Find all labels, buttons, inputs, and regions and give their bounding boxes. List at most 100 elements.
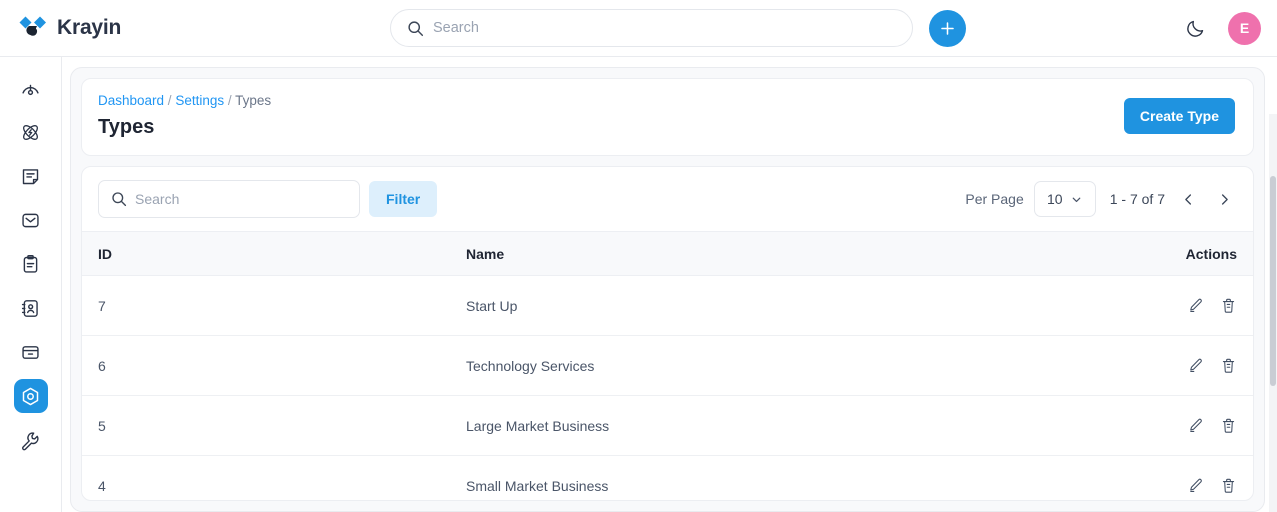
cell-actions — [1066, 395, 1253, 456]
avatar-initial: E — [1239, 20, 1250, 36]
sidebar-item-contacts[interactable] — [14, 291, 48, 325]
brand[interactable]: Krayin — [18, 15, 348, 41]
row-actions — [1066, 417, 1237, 434]
table-row[interactable]: 4 Small Market Business — [82, 455, 1253, 500]
pencil-icon — [1187, 417, 1204, 434]
column-header-id[interactable]: ID — [82, 231, 466, 276]
cell-name: Start Up — [466, 275, 1066, 336]
pagination-controls: Per Page 10 1 - 7 of 7 — [965, 181, 1237, 217]
table-scroll-area: ID Name Actions 7 Start Up 6 Technology Ser… — [82, 231, 1253, 500]
edit-row-button[interactable] — [1187, 357, 1204, 374]
filter-button[interactable]: Filter — [369, 181, 438, 217]
wrench-icon — [20, 430, 41, 451]
app-root: Krayin Search E Dashboard / Settings / T… — [0, 0, 1277, 512]
create-new-button[interactable] — [929, 9, 966, 47]
atom-icon — [20, 122, 41, 143]
chevron-left-icon — [1181, 192, 1196, 207]
sidebar-item-dashboard[interactable] — [14, 71, 48, 105]
breadcrumb: Dashboard / Settings / Types — [98, 93, 271, 108]
table-body: 7 Start Up 6 Technology Services 5 Large Mark… — [82, 275, 1253, 500]
avatar[interactable]: E — [1228, 11, 1261, 45]
table-search-box[interactable] — [98, 180, 360, 218]
page-header-text: Dashboard / Settings / Types Types — [98, 93, 271, 139]
box-icon — [20, 342, 41, 363]
column-header-actions: Actions — [1066, 231, 1253, 276]
sidebar-item-activities[interactable] — [14, 115, 48, 149]
table-head: ID Name Actions — [82, 231, 1253, 276]
table-header-row: ID Name Actions — [82, 231, 1253, 276]
pencil-icon — [1187, 477, 1204, 494]
trash-icon — [1220, 417, 1237, 434]
search-icon — [111, 191, 127, 207]
edit-row-button[interactable] — [1187, 477, 1204, 494]
table-search-input[interactable] — [135, 191, 347, 207]
sidebar-item-settings[interactable] — [13, 379, 48, 413]
main-content: Dashboard / Settings / Types Types Creat… — [62, 57, 1277, 512]
clipboard-icon — [20, 254, 41, 275]
breadcrumb-item-types: Types — [235, 93, 272, 108]
page-scrollbar-thumb[interactable] — [1270, 176, 1276, 386]
global-search-box[interactable] — [390, 9, 913, 47]
breadcrumb-item-dashboard[interactable]: Dashboard — [98, 93, 164, 108]
pencil-icon — [1187, 297, 1204, 314]
row-actions — [1066, 297, 1237, 314]
cell-name: Technology Services — [466, 335, 1066, 396]
sidebar-item-products[interactable] — [14, 335, 48, 369]
row-actions — [1066, 357, 1237, 374]
table-row[interactable]: 5 Large Market Business — [82, 395, 1253, 456]
note-icon — [20, 166, 41, 187]
hexagon-gear-icon — [20, 386, 41, 407]
pencil-icon — [1187, 357, 1204, 374]
cell-id: 6 — [82, 335, 466, 396]
sidebar-item-configuration[interactable] — [14, 423, 48, 457]
delete-row-button[interactable] — [1220, 477, 1237, 494]
brand-name: Krayin — [57, 16, 122, 39]
header-actions: E — [1182, 11, 1261, 45]
sidebar — [0, 57, 62, 512]
search-icon — [407, 20, 424, 37]
cell-actions — [1066, 455, 1253, 500]
plus-icon — [939, 20, 956, 37]
edit-row-button[interactable] — [1187, 417, 1204, 434]
cell-actions — [1066, 335, 1253, 396]
breadcrumb-separator: / — [164, 93, 176, 108]
sidebar-item-mail[interactable] — [14, 203, 48, 237]
delete-row-button[interactable] — [1220, 357, 1237, 374]
krayin-logo-icon — [18, 15, 48, 41]
pagination-range: 1 - 7 of 7 — [1109, 191, 1165, 207]
types-table-card: Filter Per Page 10 — [81, 166, 1254, 501]
gauge-icon — [20, 78, 41, 99]
dark-mode-toggle[interactable] — [1182, 15, 1208, 41]
page-scrollbar-track[interactable] — [1269, 114, 1277, 512]
moon-icon — [1185, 18, 1206, 39]
next-page-button[interactable] — [1211, 186, 1237, 212]
sidebar-item-quotes[interactable] — [14, 247, 48, 281]
column-header-name[interactable]: Name — [466, 231, 1066, 276]
cell-name: Large Market Business — [466, 395, 1066, 456]
table-toolbar: Filter Per Page 10 — [82, 167, 1253, 231]
trash-icon — [1220, 357, 1237, 374]
table-row[interactable]: 6 Technology Services — [82, 335, 1253, 396]
prev-page-button[interactable] — [1175, 186, 1201, 212]
envelope-icon — [20, 210, 41, 231]
per-page-value: 10 — [1046, 191, 1063, 207]
per-page-select[interactable]: 10 — [1033, 181, 1096, 217]
sidebar-item-leads[interactable] — [14, 159, 48, 193]
breadcrumb-item-settings[interactable]: Settings — [175, 93, 224, 108]
body: Dashboard / Settings / Types Types Creat… — [0, 57, 1277, 512]
edit-row-button[interactable] — [1187, 297, 1204, 314]
delete-row-button[interactable] — [1220, 417, 1237, 434]
delete-row-button[interactable] — [1220, 297, 1237, 314]
content-panel: Dashboard / Settings / Types Types Creat… — [70, 67, 1265, 512]
page-title: Types — [98, 116, 155, 138]
contact-book-icon — [20, 298, 41, 319]
cell-id: 4 — [82, 455, 466, 500]
create-type-button[interactable]: Create Type — [1123, 98, 1235, 134]
table-row[interactable]: 7 Start Up — [82, 275, 1253, 336]
cell-name: Small Market Business — [466, 455, 1066, 500]
trash-icon — [1220, 477, 1237, 494]
global-search-input[interactable] — [433, 20, 896, 36]
chevron-right-icon — [1217, 192, 1232, 207]
types-table: ID Name Actions 7 Start Up 6 Technology Ser… — [82, 231, 1253, 500]
breadcrumb-separator: / — [224, 93, 236, 108]
